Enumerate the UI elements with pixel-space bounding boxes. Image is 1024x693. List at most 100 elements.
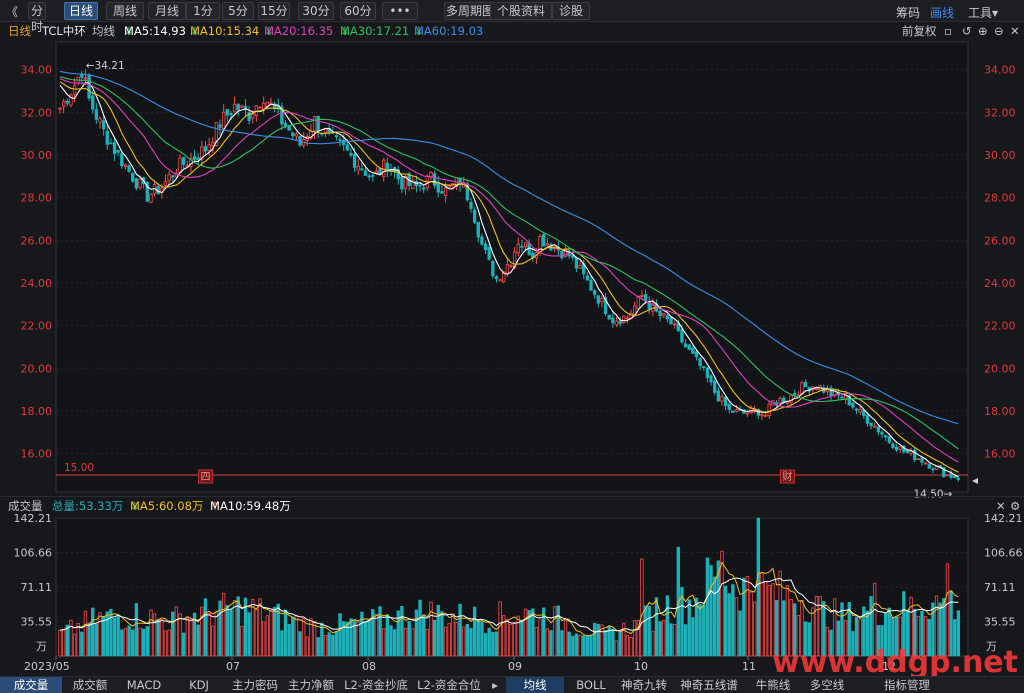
volume-bar (229, 609, 233, 657)
zoom-in-icon[interactable]: ⊕ (978, 22, 988, 40)
volume-bar (174, 606, 179, 657)
tab-intraday[interactable]: 分时 (28, 2, 46, 34)
volume-bar (756, 517, 760, 657)
back-button[interactable]: 《 (6, 3, 18, 20)
candle-body (760, 413, 764, 417)
candle (607, 314, 611, 320)
diagnose-button[interactable]: 诊股 (552, 2, 590, 20)
price-tick-right: 18.00 (984, 405, 1016, 418)
close-icon[interactable]: ✕ (1010, 22, 1020, 40)
tab-5min[interactable]: 5分 (222, 2, 254, 20)
candle-body (622, 316, 626, 323)
price-tick-left: 20.00 (21, 362, 53, 375)
candle-body (134, 178, 139, 189)
candle-body (101, 120, 106, 130)
candle-body (345, 144, 350, 151)
volume-bar (418, 599, 422, 657)
candle-body (203, 146, 208, 152)
volume-bar (603, 630, 608, 657)
price-tick-right: 20.00 (984, 362, 1016, 375)
volume-bar (65, 624, 69, 657)
volume-bar (251, 599, 255, 657)
candle (622, 315, 626, 324)
ma5-value: MA5:14.93 ↓ (124, 24, 186, 38)
volume-bar (283, 609, 288, 657)
candle-body (523, 242, 528, 248)
undo-icon[interactable]: ↺ (962, 22, 972, 40)
volume-bar (83, 610, 88, 657)
volume-bar (734, 597, 739, 657)
gear-icon[interactable]: ⚙ (1010, 497, 1020, 515)
tab-30min[interactable]: 30分 (298, 2, 334, 20)
avg-line-label[interactable]: 均线 (92, 22, 115, 40)
candle-body (949, 472, 953, 478)
tab-main-net[interactable]: 主力净额 (284, 677, 338, 693)
kline-chart[interactable]: 34.00 34.00 32.00 32.00 30.00 30.00 28.00 28.00… (0, 40, 1024, 676)
tab-l2-bottom[interactable]: L2-资金抄底 (340, 677, 412, 693)
candle-body (374, 170, 379, 174)
candle-body (687, 344, 691, 350)
candle-body (163, 181, 168, 186)
volume-close-icon[interactable]: ✕ (996, 497, 1006, 515)
window-icon[interactable]: ▫ (944, 22, 952, 40)
tab-volume[interactable]: 成交量 (0, 677, 62, 693)
event-marker-si: 四 (197, 469, 213, 484)
candle-body (338, 139, 342, 142)
tab-turnover[interactable]: 成交额 (64, 677, 116, 693)
last-price-pointer-icon (972, 477, 978, 484)
tab-daily[interactable]: 日线 (64, 2, 98, 20)
candle-body (873, 425, 877, 428)
volume-bar (316, 637, 320, 657)
candle-body (498, 279, 502, 282)
stock-profile-button[interactable]: 个股资料 (490, 2, 552, 20)
tab-magic-five[interactable]: 神奇五线谱 (672, 677, 746, 693)
volume-bar (454, 621, 459, 657)
candle-body (312, 116, 317, 132)
candle-body (505, 264, 510, 275)
chip-tab[interactable]: 筹码 (896, 4, 920, 21)
volume-bar (145, 626, 149, 657)
price-tick-left: 34.00 (21, 64, 53, 77)
tab-60min[interactable]: 60分 (340, 2, 376, 20)
tab-main-code[interactable]: 主力密码 (228, 677, 282, 693)
more-button[interactable]: ••• (382, 2, 418, 20)
tools-menu[interactable]: 工具▾ (968, 4, 998, 21)
candle-body (691, 347, 695, 354)
tab-macd[interactable]: MACD (118, 677, 170, 693)
volume-bar (672, 624, 677, 657)
tab-15min[interactable]: 15分 (258, 2, 290, 20)
tab-magic-nine[interactable]: 神奇九转 (618, 677, 670, 693)
candle-body (91, 95, 95, 110)
tab-bull-bear[interactable]: 牛熊线 (748, 677, 798, 693)
volume-bar (152, 613, 157, 657)
price-tick-left: 24.00 (21, 277, 53, 290)
tabs-scroll-right-icon[interactable]: ▸ (486, 677, 504, 693)
ma10-value: MA10:15.34 ↓ (190, 24, 260, 38)
tab-kdj[interactable]: KDJ (172, 677, 226, 693)
tab-1min[interactable]: 1分 (186, 2, 220, 20)
volume-bar (440, 611, 444, 657)
volume-bar (291, 616, 295, 657)
candle-body (221, 111, 226, 129)
tab-l2-position[interactable]: L2-资金合位 (414, 677, 484, 693)
candle-body (607, 314, 611, 320)
volume-bar (120, 629, 124, 657)
volume-bar (323, 635, 328, 657)
draw-line-tab[interactable]: 画线 (930, 4, 954, 21)
adjust-mode[interactable]: 前复权 (902, 22, 937, 40)
candle-body (443, 187, 448, 196)
tab-weekly[interactable]: 周线 (106, 2, 144, 20)
candle-body (109, 142, 113, 145)
candle-body (400, 176, 404, 190)
tab-monthly[interactable]: 月线 (148, 2, 186, 20)
candle-body (585, 275, 590, 281)
volume-bar (443, 626, 448, 657)
candle-body (334, 135, 339, 138)
volume-bar (509, 623, 513, 657)
tab-ma[interactable]: 均线 (506, 677, 564, 693)
tab-long-short[interactable]: 多空线 (800, 677, 854, 693)
candle-body (323, 128, 328, 134)
zoom-out-icon[interactable]: ⊖ (994, 22, 1004, 40)
tab-indicator-manage[interactable]: 指标管理 (856, 677, 958, 693)
tab-boll[interactable]: BOLL (566, 677, 616, 693)
